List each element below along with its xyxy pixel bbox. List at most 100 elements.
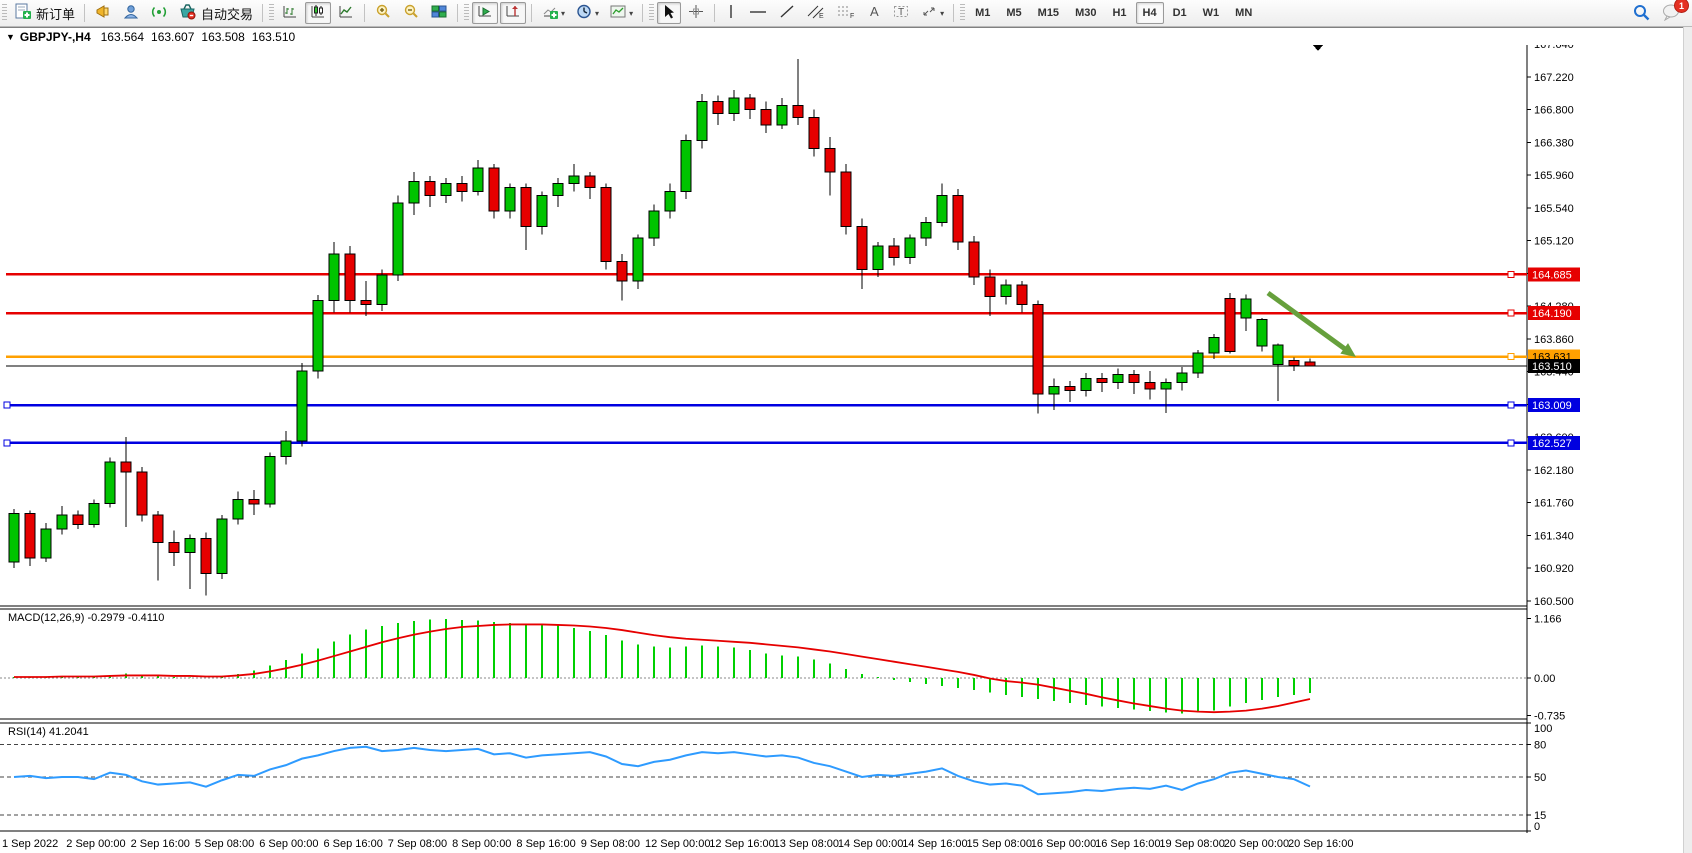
notifications-button[interactable]: 1: [1657, 2, 1685, 24]
candle-down: [249, 500, 259, 505]
time-axis-label: 15 Sep 08:00: [967, 838, 1032, 850]
zoom-in-button[interactable]: [370, 2, 396, 24]
horizontal-line-tool-button[interactable]: [744, 2, 772, 24]
timeframe-h1-button[interactable]: H1: [1105, 2, 1133, 24]
templates-button[interactable]: ▾: [605, 2, 637, 24]
auto-scroll-button[interactable]: [472, 2, 498, 24]
candle-down: [1289, 361, 1299, 366]
line-handle: [4, 440, 10, 446]
clock-icon: [575, 3, 593, 23]
trendline-icon: [778, 3, 796, 23]
time-axis-label: 14 Sep 00:00: [838, 838, 903, 850]
time-axis-label: 13 Sep 08:00: [774, 838, 839, 850]
arrows-caret-icon: ▾: [940, 9, 944, 18]
candle-up: [1209, 337, 1219, 353]
chart-canvas[interactable]: 167.640167.220166.800166.380165.960165.5…: [0, 45, 1692, 853]
search-button[interactable]: [1628, 2, 1655, 24]
time-axis-label: 20 Sep 16:00: [1288, 838, 1353, 850]
candle-up: [41, 529, 51, 558]
macd-axis-label: 1.166: [1534, 614, 1562, 626]
timeframe-w1-button[interactable]: W1: [1196, 2, 1227, 24]
time-axis-label: 20 Sep 00:00: [1224, 838, 1289, 850]
chart-shift-button[interactable]: [500, 2, 526, 24]
rsi-pane: 1008050150RSI(14) 41.2041: [0, 723, 1552, 833]
time-axis-label: 12 Sep 00:00: [645, 838, 710, 850]
candle-up: [329, 254, 339, 301]
fibonacci-tool-button[interactable]: F: [832, 2, 860, 24]
price-tick-label: 165.120: [1534, 236, 1574, 248]
arrows-tool-button[interactable]: ▾: [916, 2, 948, 24]
time-axis-label: 5 Sep 08:00: [195, 838, 254, 850]
equidistant-channel-tool-button[interactable]: E: [802, 2, 830, 24]
timeframe-m1-button[interactable]: M1: [968, 2, 997, 24]
timeframe-h4-button[interactable]: H4: [1136, 2, 1164, 24]
timeframe-m15-button[interactable]: M15: [1031, 2, 1066, 24]
trend-arrow[interactable]: [1268, 293, 1348, 351]
zoom-out-button[interactable]: [398, 2, 424, 24]
tile-windows-button[interactable]: [426, 2, 452, 24]
templates-caret-icon: ▾: [629, 9, 633, 18]
ohlc-high: 163.607: [151, 30, 194, 44]
candle-up: [297, 371, 307, 441]
candle-up: [937, 195, 947, 222]
periods-button[interactable]: ▾: [571, 2, 603, 24]
candle-down: [201, 539, 211, 574]
bar-chart-icon: [281, 3, 299, 23]
text-tool-button[interactable]: A: [862, 2, 886, 24]
channel-icon: E: [806, 3, 826, 23]
auto-trading-button[interactable]: 自动交易: [174, 2, 257, 24]
price-tick-label: 166.380: [1534, 137, 1574, 149]
chart-title-bar[interactable]: ▼ GBPJPY-,H4 163.564 163.607 163.508 163…: [0, 28, 1692, 45]
candle-up: [185, 539, 195, 553]
candlestick-mode-button[interactable]: [305, 2, 331, 24]
timeframe-m30-button[interactable]: M30: [1068, 2, 1103, 24]
shift-marker-icon[interactable]: [1313, 45, 1323, 51]
new-order-icon: [14, 3, 32, 23]
profile-icon-button[interactable]: [118, 2, 144, 24]
signal-icon: [150, 3, 168, 23]
trendline-tool-button[interactable]: [774, 2, 800, 24]
candle-down: [521, 188, 531, 227]
crosshair-tool-button[interactable]: [683, 2, 709, 24]
window-scroll-strip[interactable]: [1683, 27, 1692, 853]
time-axis-label: 8 Sep 16:00: [516, 838, 575, 850]
time-axis-label: 16 Sep 16:00: [1095, 838, 1160, 850]
indicators-button[interactable]: ▾: [537, 2, 569, 24]
auto-trading-label: 自动交易: [201, 4, 253, 23]
periods-caret-icon: ▾: [595, 9, 599, 18]
rsi-axis-label: 0: [1534, 821, 1540, 833]
line-handle: [1508, 440, 1514, 446]
new-order-button[interactable]: 新订单: [10, 2, 79, 24]
vertical-line-tool-button[interactable]: [720, 2, 742, 24]
candle-down: [617, 262, 627, 282]
candle-up: [57, 515, 67, 529]
price-line-label: 163.009: [1532, 400, 1572, 412]
timeframe-m5-button[interactable]: M5: [999, 2, 1028, 24]
toolbar-grip[interactable]: [2, 4, 7, 22]
candle-up: [313, 301, 323, 371]
candle-up: [217, 519, 227, 574]
candle-up: [633, 238, 643, 281]
cursor-tool-button[interactable]: [657, 2, 681, 24]
notification-badge: 1: [1674, 0, 1689, 13]
timeframe-d1-button[interactable]: D1: [1166, 2, 1194, 24]
metatrader-app: 新订单 自动交易: [0, 0, 1692, 853]
text-label-tool-button[interactable]: T: [888, 2, 914, 24]
line-chart-mode-button[interactable]: [333, 2, 359, 24]
market-watch-button[interactable]: [90, 2, 116, 24]
candle-up: [649, 211, 659, 238]
price-tick-label: 160.920: [1534, 563, 1574, 575]
time-axis-label: 19 Sep 08:00: [1159, 838, 1224, 850]
bar-chart-mode-button[interactable]: [277, 2, 303, 24]
timeframe-mn-button[interactable]: MN: [1228, 2, 1259, 24]
candle-up: [665, 191, 675, 211]
price-lines: 164.685164.190163.631163.510163.009162.5…: [4, 267, 1580, 449]
candle-down: [1225, 298, 1235, 351]
rsi-axis-label: 100: [1534, 723, 1552, 735]
candle-up: [1193, 353, 1203, 373]
candle-up: [681, 141, 691, 192]
time-axis-label: 7 Sep 08:00: [388, 838, 447, 850]
price-tick-label: 163.860: [1534, 334, 1574, 346]
signal-icon-button[interactable]: [146, 2, 172, 24]
svg-text:F: F: [850, 13, 854, 20]
